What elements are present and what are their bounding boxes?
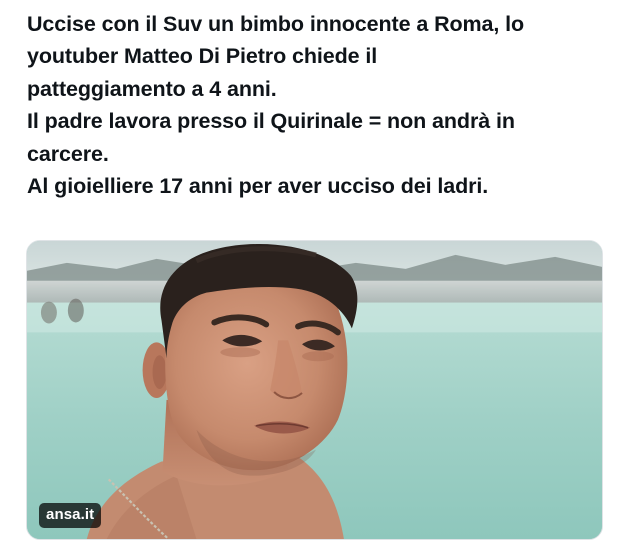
tweet-text-line: Al gioielliere 17 anni per aver ucciso d… — [27, 174, 489, 199]
tweet-post: Uccise con il Suv un bimbo innocente a R… — [0, 0, 620, 548]
tweet-text-line: carcere. — [27, 141, 109, 166]
tweet-text-line: youtuber Matteo Di Pietro chiede il — [27, 44, 378, 69]
tweet-text-line: patteggiamento a 4 anni. — [27, 76, 277, 101]
article-photo[interactable] — [27, 241, 602, 539]
link-preview-card[interactable]: ansa.it — [26, 240, 603, 540]
tweet-text: Uccise con il Suv un bimbo innocente a R… — [27, 8, 607, 202]
tweet-text-line: Il padre lavora presso il Quirinale = no… — [27, 109, 515, 134]
source-badge[interactable]: ansa.it — [39, 503, 102, 528]
tweet-text-line: Uccise con il Suv un bimbo innocente a R… — [27, 12, 525, 36]
